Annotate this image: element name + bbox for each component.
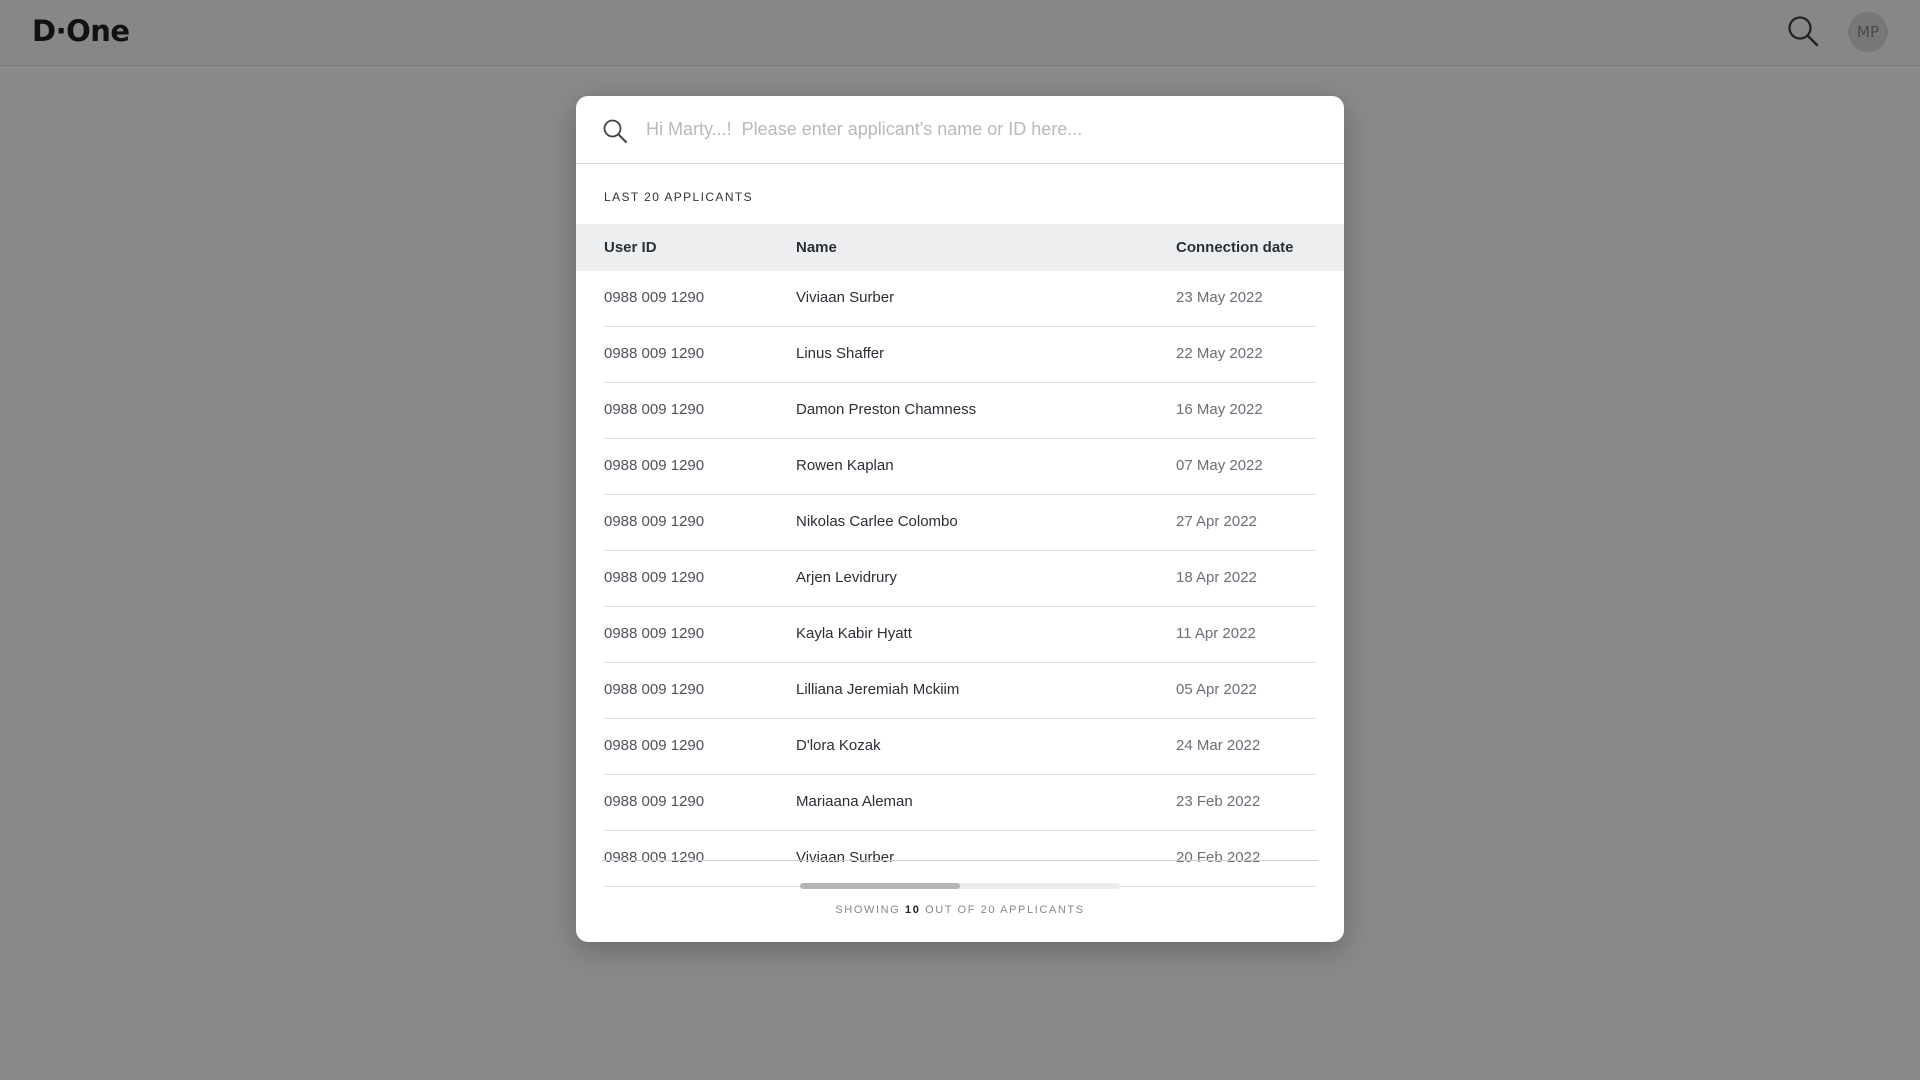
scrollbar-thumb[interactable] <box>800 883 960 889</box>
name-cell: Viviaan Surber <box>796 289 895 306</box>
column-header-name[interactable]: Name <box>796 239 837 256</box>
table-row[interactable]: 0988 009 1290 D'lora Kozak 24 Mar 2022 <box>604 719 1316 775</box>
table-row[interactable]: 0988 009 1290 Mariaana Aleman 23 Feb 2022 <box>604 775 1316 831</box>
connection-date-cell: 11 Apr 2022 <box>1176 625 1256 642</box>
showing-number: 10 <box>904 904 921 916</box>
name-cell: Lilliana Jeremiah Mckiim <box>796 681 960 698</box>
connection-date-cell: 07 May 2022 <box>1176 457 1263 474</box>
connection-date-cell: 23 Feb 2022 <box>1176 793 1261 810</box>
applicant-list-viewport: 0988 009 1290 Viviaan Surber 23 May 2022 09… <box>604 271 1316 942</box>
name-cell: Damon Preston Chamness <box>796 401 977 418</box>
avatar[interactable]: MP <box>1848 12 1888 52</box>
user-id-cell: 0988 009 1290 <box>604 457 705 474</box>
section-title: LAST 20 APPLICANTS <box>604 190 754 204</box>
name-cell: Linus Shaffer <box>796 345 885 362</box>
showing-count: SHOWING 10 OUT OF 20 APPLICANTS <box>576 904 1344 916</box>
table-row[interactable]: 0988 009 1290 Linus Shaffer 22 May 2022 <box>604 327 1316 383</box>
user-id-cell: 0988 009 1290 <box>604 625 705 642</box>
applicant-search-input[interactable] <box>646 114 1306 144</box>
name-cell: Rowen Kaplan <box>796 457 894 474</box>
connection-date-cell: 27 Apr 2022 <box>1176 513 1257 530</box>
connection-date-cell: 22 May 2022 <box>1176 345 1263 362</box>
table-row[interactable]: 0988 009 1290 Rowen Kaplan 07 May 2022 <box>604 439 1316 495</box>
connection-date-cell: 20 Feb 2022 <box>1176 849 1261 866</box>
name-cell: Viviaan Surber <box>796 849 895 866</box>
user-id-cell: 0988 009 1290 <box>604 849 705 866</box>
column-header-connection-date[interactable]: Connection date <box>1176 239 1294 256</box>
table-row[interactable]: 0988 009 1290 Viviaan Surber 20 Feb 2022 <box>604 831 1316 887</box>
name-cell: Arjen Levidrury <box>796 569 897 586</box>
applicant-list[interactable]: 0988 009 1290 Viviaan Surber 23 May 2022 09… <box>604 271 1316 942</box>
user-id-cell: 0988 009 1290 <box>604 401 705 418</box>
connection-date-cell: 16 May 2022 <box>1176 401 1263 418</box>
table-row[interactable]: 0988 009 1290 Damon Preston Chamness 16 Ma… <box>604 383 1316 439</box>
user-id-cell: 0988 009 1290 <box>604 289 705 306</box>
table-row[interactable]: 0988 009 1290 Kayla Kabir Hyatt 11 Apr 202… <box>604 607 1316 663</box>
name-cell: Nikolas Carlee Colombo <box>796 513 958 530</box>
user-id-cell: 0988 009 1290 <box>604 737 705 754</box>
connection-date-cell: 24 Mar 2022 <box>1176 737 1261 754</box>
name-cell: Mariaana Aleman <box>796 793 913 810</box>
name-cell: Kayla Kabir Hyatt <box>796 625 912 642</box>
table-row[interactable]: 0988 009 1290 Viviaan Surber 23 May 2022 <box>604 271 1316 327</box>
search-icon[interactable] <box>1786 14 1820 48</box>
table-row[interactable]: 0988 009 1290 Nikolas Carlee Colombo 27 Ap… <box>604 495 1316 551</box>
app-logo[interactable]: D·One <box>32 14 130 48</box>
name-cell: D'lora Kozak <box>796 737 881 754</box>
user-id-cell: 0988 009 1290 <box>604 793 705 810</box>
user-id-cell: 0988 009 1290 <box>604 345 705 362</box>
applicant-search-modal: LAST 20 APPLICANTS User ID Name Connecti… <box>576 96 1344 942</box>
search-icon <box>603 119 627 143</box>
search-bar <box>576 96 1344 164</box>
showing-suffix: OUT OF 20 APPLICANTS <box>925 904 1085 916</box>
user-id-cell: 0988 009 1290 <box>604 569 705 586</box>
top-bar: D·One MP <box>0 0 1920 66</box>
showing-prefix: SHOWING <box>835 904 901 916</box>
table-row[interactable]: 0988 009 1290 Arjen Levidrury 18 Apr 2022 <box>604 551 1316 607</box>
divider <box>602 860 1318 861</box>
table-row[interactable]: 0988 009 1290 Lilliana Jeremiah Mckiim 05 … <box>604 663 1316 719</box>
connection-date-cell: 05 Apr 2022 <box>1176 681 1257 698</box>
column-header-user-id[interactable]: User ID <box>604 239 657 256</box>
table-header: User ID Name Connection date <box>576 224 1344 271</box>
horizontal-scrollbar[interactable] <box>800 883 1120 889</box>
user-id-cell: 0988 009 1290 <box>604 681 705 698</box>
connection-date-cell: 23 May 2022 <box>1176 289 1263 306</box>
connection-date-cell: 18 Apr 2022 <box>1176 569 1257 586</box>
user-id-cell: 0988 009 1290 <box>604 513 705 530</box>
